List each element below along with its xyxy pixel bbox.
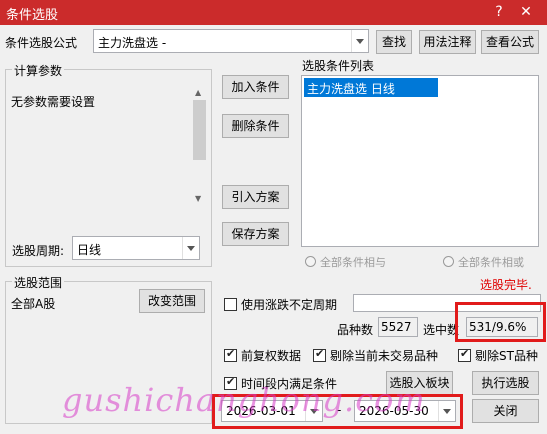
count-value: 5527 [381,320,412,334]
period-label: 选股周期: [12,244,65,258]
no-params-text: 无参数需要设置 [11,95,96,109]
scroll-down-icon[interactable]: ▼ [195,194,201,203]
prev-adjust-label: 前复权数据 [241,349,302,363]
variable-period-checkbox[interactable] [224,298,237,311]
variable-period-label: 使用涨跌不定周期 [241,298,338,312]
chevron-down-icon[interactable] [351,30,368,52]
and-radio-label: 全部条件相与 [320,256,386,269]
params-scrollbar[interactable]: ▲ ▼ [192,82,207,209]
remove-untraded-checkbox[interactable] [313,347,326,362]
execute-button[interactable]: 执行选股 [472,371,539,395]
count-label: 品种数 [337,323,374,337]
help-icon[interactable]: ? [488,1,510,23]
count-field: 5527 [378,317,418,337]
add-condition-button[interactable]: 加入条件 [222,75,289,99]
period-value: 日线 [77,243,102,257]
title-bar: 条件选股 ? ✕ [0,0,547,25]
find-button[interactable]: 查找 [376,30,412,54]
scroll-up-icon[interactable]: ▲ [195,88,201,97]
chevron-down-icon[interactable] [182,237,199,259]
selected-label: 选中数 [423,323,460,337]
formula-value: 主力洗盘选 - [98,36,167,50]
close-icon[interactable]: ✕ [515,1,537,23]
prev-adjust-checkbox[interactable] [224,347,237,362]
remove-untraded-label: 剔除当前未交易品种 [330,349,439,363]
save-plan-button[interactable]: 保存方案 [222,222,289,246]
condition-list-item[interactable]: 主力洗盘选 日线 [304,78,438,97]
condition-list-label: 选股条件列表 [302,59,375,73]
watermark: gushichanghong.com [62,381,426,419]
status-text: 选股完毕. [480,278,532,292]
import-plan-button[interactable]: 引入方案 [222,185,289,209]
and-radio[interactable] [305,256,316,267]
scrollbar-thumb[interactable] [193,100,206,160]
remove-st-label: 剔除ST品种 [475,349,538,363]
remove-st-checkbox[interactable] [458,347,471,362]
condition-list[interactable]: 主力洗盘选 日线 [301,75,539,247]
formula-label: 条件选股公式 [5,36,78,50]
range-value: 全部A股 [11,297,56,311]
range-legend: 选股范围 [12,274,65,291]
close-button[interactable]: 关闭 [472,399,539,423]
formula-select[interactable]: 主力洗盘选 - [93,29,369,53]
period-select[interactable]: 日线 [72,236,200,260]
usage-note-button[interactable]: 用法注释 [419,30,476,54]
window-title: 条件选股 [6,8,59,23]
change-range-button[interactable]: 改变范围 [139,289,205,313]
or-radio-label: 全部条件相或 [458,256,524,269]
highlight-box [455,302,546,342]
params-legend: 计算参数 [12,62,65,79]
delete-condition-button[interactable]: 删除条件 [222,114,289,138]
or-radio[interactable] [443,256,454,267]
view-formula-button[interactable]: 查看公式 [481,30,539,54]
